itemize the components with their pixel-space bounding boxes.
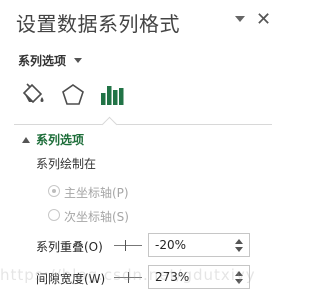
- secondary-axis-radio[interactable]: [48, 209, 60, 221]
- gap-width-spinner[interactable]: [148, 265, 250, 289]
- paint-bucket-icon[interactable]: [18, 80, 48, 110]
- spin-up-icon[interactable]: [235, 239, 243, 244]
- slider-knob[interactable]: [128, 272, 129, 283]
- spin-up-icon[interactable]: [235, 271, 243, 276]
- gap-width-input[interactable]: [155, 269, 233, 285]
- section-header-series-options[interactable]: 系列选项: [36, 131, 84, 148]
- series-overlap-spinner[interactable]: [148, 233, 250, 257]
- gap-width-label: 间隙宽度(W): [36, 272, 106, 286]
- pentagon-icon[interactable]: [58, 80, 88, 110]
- pane-options-dropdown-icon[interactable]: [235, 16, 245, 22]
- slider-track: [114, 245, 142, 246]
- spin-down-icon[interactable]: [235, 279, 243, 284]
- collapse-triangle-icon[interactable]: [22, 137, 30, 143]
- tab-divider: [14, 124, 272, 125]
- format-data-series-pane: 设置数据系列格式 ✕ 系列选项 系列选项 系列绘制在 主坐标轴(P) 次坐标轴(…: [0, 0, 285, 297]
- close-button[interactable]: ✕: [256, 9, 271, 30]
- slider-knob[interactable]: [125, 240, 126, 251]
- series-overlap-label: 系列重叠(O): [36, 240, 103, 254]
- series-overlap-slider[interactable]: [114, 238, 142, 252]
- pane-title: 设置数据系列格式: [16, 12, 180, 36]
- selected-tab-indicator: [101, 116, 118, 133]
- series-overlap-input[interactable]: [155, 237, 233, 253]
- chevron-down-icon[interactable]: [74, 58, 82, 63]
- series-options-menu[interactable]: 系列选项: [18, 52, 66, 69]
- primary-axis-radio[interactable]: [48, 185, 60, 197]
- bar-chart-icon[interactable]: [97, 80, 127, 110]
- plot-series-on-label: 系列绘制在: [36, 157, 97, 171]
- secondary-axis-label[interactable]: 次坐标轴(S): [64, 208, 129, 225]
- primary-axis-label[interactable]: 主坐标轴(P): [64, 184, 129, 201]
- spin-down-icon[interactable]: [235, 247, 243, 252]
- gap-width-slider[interactable]: [114, 270, 142, 284]
